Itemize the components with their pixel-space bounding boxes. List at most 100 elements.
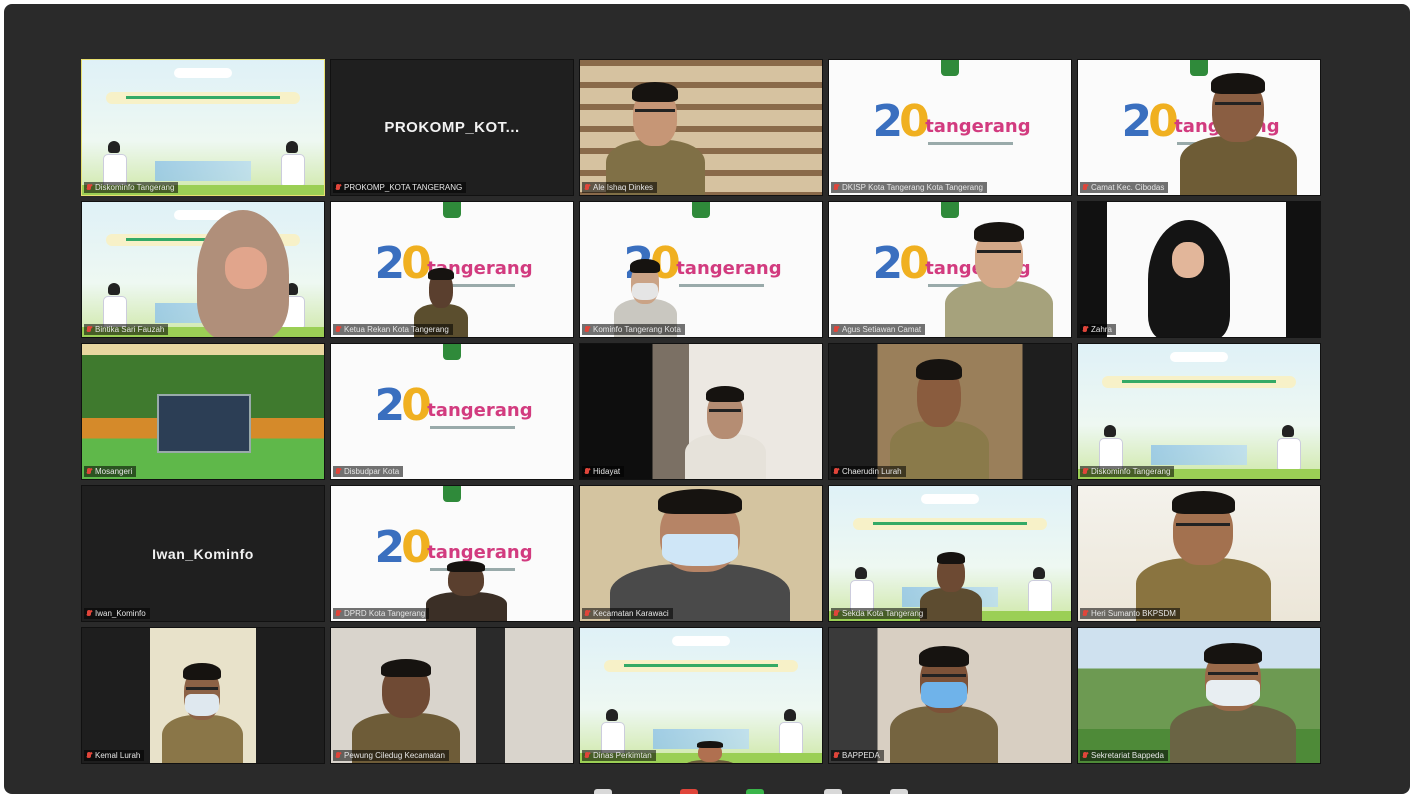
video-feed: 20tangerang (331, 344, 573, 479)
participant-figure (1148, 220, 1230, 337)
more-icon[interactable] (890, 789, 908, 794)
anniversary-logo: 20tangerang (872, 95, 1031, 147)
participant-name: Zahra (1091, 325, 1112, 334)
participant-figure (680, 378, 770, 479)
participant-tile[interactable]: Iwan_Kominfo Iwan_Kominfo (81, 485, 325, 622)
participant-name: Agus Setiawan Camat (842, 325, 922, 334)
participant-tile[interactable]: PROKOMP_KOT... PROKOMP_KOTA TANGERANG (330, 59, 574, 196)
participant-tile[interactable]: Mosangeri (81, 343, 325, 480)
official-figure (1026, 567, 1052, 612)
mic-muted-icon (584, 467, 590, 476)
participant-tile[interactable]: Pewung Ciledug Kecamatan (330, 627, 574, 764)
participant-name: Iwan_Kominfo (95, 609, 146, 618)
participant-tile[interactable]: 20tangerangAgus Setiawan Camat (828, 201, 1072, 338)
video-feed (1078, 628, 1320, 763)
participant-tile[interactable]: Ale Ishaq Dinkes (579, 59, 823, 196)
official-figure (848, 567, 875, 612)
participant-figure (600, 72, 710, 195)
mic-muted-icon (833, 609, 839, 618)
participant-figure (680, 738, 740, 763)
video-feed (1078, 202, 1320, 337)
mic-muted-icon (335, 183, 341, 192)
participant-tile[interactable]: Sekretariat Bappeda (1077, 627, 1321, 764)
participant-name: Kemal Lurah (95, 751, 141, 760)
participant-tile[interactable]: 20 tangerang DKISP Kota Tangerang Kota Tan… (828, 59, 1072, 196)
participant-tile[interactable]: 20tangerangKominfo Tangerang Kota (579, 201, 823, 338)
participant-name: Kominfo Tangerang Kota (593, 325, 681, 334)
mic-muted-icon (86, 467, 92, 476)
video-feed (829, 486, 1071, 621)
sponsor-logos (1169, 352, 1229, 363)
participant-name-tag: Kominfo Tangerang Kota (582, 324, 685, 335)
participant-name: BAPPEDA (842, 751, 880, 760)
participant-tile[interactable]: 20 tangerang DPRD Kota Tangerang (330, 485, 574, 622)
mic-muted-icon (1082, 609, 1088, 618)
anniversary-logo: 20tangerang (374, 379, 533, 431)
participant-name-tag: DPRD Kota Tangerang (333, 608, 430, 619)
participant-tile[interactable]: Zahra (1077, 201, 1321, 338)
participant-tile[interactable]: Diskominfo Tangerang (81, 59, 325, 196)
participant-figure (346, 650, 466, 763)
participant-name-tag: Kecamatan Karawaci (582, 608, 673, 619)
participant-tile[interactable]: Diskominfo Tangerang (1077, 343, 1321, 480)
participant-tile[interactable]: Heri Sumanto BKPSDM (1077, 485, 1321, 622)
city-seal-icon (941, 60, 959, 76)
participant-tile[interactable]: BAPPEDA (828, 627, 1072, 764)
participant-name: Pewung Ciledug Kecamatan (344, 751, 445, 760)
video-feed: 20tangerang (829, 202, 1071, 337)
participant-name: Camat Kec. Cibodas (1091, 183, 1165, 192)
event-ribbon (604, 660, 798, 673)
participant-name-tag: Mosangeri (84, 466, 137, 477)
participant-name-tag: PROKOMP_KOTA TANGERANG (333, 182, 467, 193)
mic-muted-icon (335, 609, 341, 618)
video-icon[interactable] (680, 789, 698, 794)
participant-figure (421, 556, 511, 621)
event-ribbon (106, 92, 300, 105)
chat-icon[interactable] (824, 789, 842, 794)
participant-tile[interactable]: 20 tangerang Ketua Rekan Kota Tangerang (330, 201, 574, 338)
zoom-window: Diskominfo Tangerang PROKOMP_KOT... PROKOM… (4, 4, 1410, 794)
video-feed (82, 628, 324, 763)
video-feed: 20tangerang (331, 486, 573, 621)
participant-tile[interactable]: Kecamatan Karawaci (579, 485, 823, 622)
participant-name-tag: Dinas Perkimtan (582, 750, 656, 761)
participant-tile[interactable]: Chaerudin Lurah (828, 343, 1072, 480)
participant-name: Chaerudin Lurah (842, 467, 902, 476)
mic-muted-icon (86, 325, 92, 334)
official-figure (777, 709, 803, 754)
mic-muted-icon (833, 325, 839, 334)
participant-tile[interactable]: Sekda Kota Tangerang (828, 485, 1072, 622)
participant-name-tag: Ketua Rekan Kota Tangerang (333, 324, 453, 335)
city-seal-icon (692, 202, 710, 218)
participant-name: Sekda Kota Tangerang (842, 609, 924, 618)
mic-icon[interactable] (594, 789, 612, 794)
participant-tile[interactable]: Kemal Lurah (81, 627, 325, 764)
mic-muted-icon (86, 183, 92, 192)
participant-name: Hidayat (593, 467, 621, 476)
participant-name-tag: Pewung Ciledug Kecamatan (333, 750, 449, 761)
official-figure (279, 141, 305, 186)
mic-muted-icon (833, 467, 839, 476)
participant-tile[interactable]: 20 tangerang Disbudpar Kota (330, 343, 574, 480)
share-icon[interactable] (746, 789, 764, 794)
event-ribbon (1102, 376, 1296, 389)
video-feed (1078, 486, 1320, 621)
participant-name: Mosangeri (95, 467, 133, 476)
participant-tile[interactable]: Dinas Perkimtan (579, 627, 823, 764)
meeting-toolbar (4, 782, 1410, 794)
official-figure (599, 709, 626, 754)
video-feed (82, 60, 324, 195)
participant-name: Kecamatan Karawaci (593, 609, 669, 618)
video-feed (580, 486, 822, 621)
event-ribbon (853, 518, 1047, 531)
gallery-grid: Diskominfo Tangerang PROKOMP_KOT... PROKOM… (81, 59, 1321, 764)
participant-display-name: Iwan_Kominfo (152, 545, 254, 562)
mic-muted-icon (335, 467, 341, 476)
participant-tile[interactable]: 20tangerangCamat Kec. Cibodas (1077, 59, 1321, 196)
mic-muted-icon (584, 609, 590, 618)
participant-tile[interactable]: Bintika Sari Fauzah (81, 201, 325, 338)
participant-tile[interactable]: Hidayat (579, 343, 823, 480)
participant-name: Disbudpar Kota (344, 467, 400, 476)
participant-name-tag: Diskominfo Tangerang (1080, 466, 1175, 477)
participant-name: Ale Ishaq Dinkes (593, 183, 654, 192)
